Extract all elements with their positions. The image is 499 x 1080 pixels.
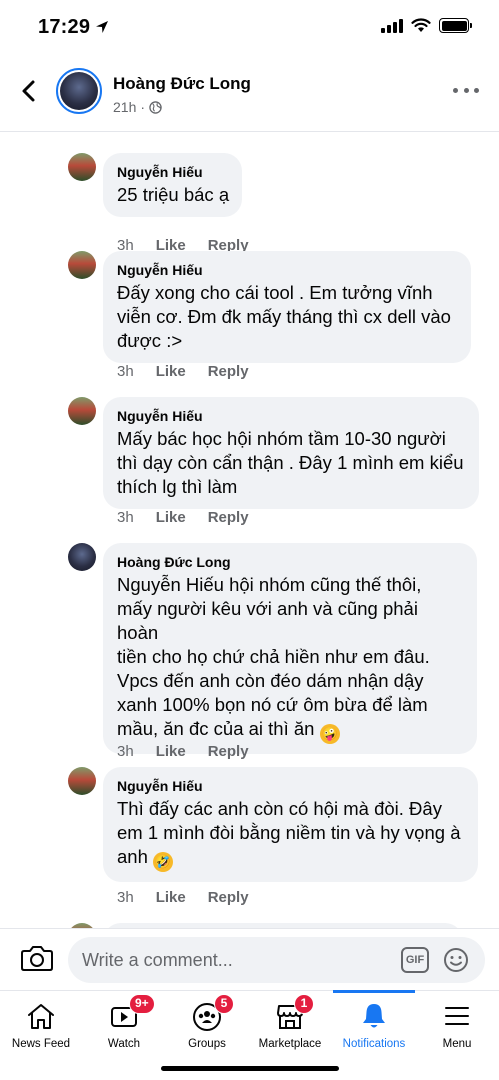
camera-icon[interactable]	[20, 943, 54, 973]
comment-author[interactable]: Nguyễn Hiếu	[117, 261, 458, 279]
back-button[interactable]	[14, 76, 44, 106]
nav-label: Marketplace	[258, 1038, 322, 1050]
post-time[interactable]: 21h	[113, 99, 136, 115]
comment-time: 3h	[117, 743, 134, 760]
like-button[interactable]: Like	[156, 743, 186, 760]
reply-button[interactable]: Reply	[208, 743, 249, 760]
rofl-emoji: 🤣	[153, 852, 174, 872]
comment-author[interactable]: Nguyễn Hiếu	[117, 163, 229, 181]
home-icon	[28, 1004, 54, 1029]
nav-news-feed[interactable]: News Feed	[0, 991, 82, 1061]
comment-bubble[interactable]: Nguyễn Hiếu 25 triệu bác ạ	[103, 153, 243, 217]
signal-icon	[381, 18, 403, 33]
emoji-icon[interactable]	[443, 947, 469, 973]
nav-label: Menu	[442, 1038, 472, 1050]
nav-marketplace[interactable]: 1 Marketplace	[249, 991, 331, 1061]
wifi-icon	[411, 18, 431, 32]
marketplace-badge: 1	[294, 994, 314, 1014]
comment-bubble[interactable]: Nguyễn Hiếu Đấy xong cho cái tool . Em t…	[103, 251, 471, 363]
commenter-avatar[interactable]	[68, 251, 96, 279]
comment-bubble[interactable]: Nguyễn Hiếu Thì đấy các anh còn có hội m…	[103, 767, 478, 882]
reply-button[interactable]: Reply	[208, 889, 249, 906]
nav-notifications[interactable]: Notifications	[333, 990, 415, 1061]
comment-actions: 3h Like Reply	[117, 743, 249, 760]
nav-groups[interactable]: 5 Groups	[166, 991, 248, 1061]
chevron-left-icon	[22, 80, 35, 102]
comment-time: 3h	[117, 509, 134, 526]
comment-text: Nguyễn Hiếu hội nhóm cũng thế thôi, mấy …	[117, 573, 464, 744]
comment-text: Mấy bác học hội nhóm tầm 10-30 người thì…	[117, 428, 464, 497]
commenter-avatar[interactable]	[68, 767, 96, 795]
status-time: 17:29	[38, 16, 91, 38]
gif-button[interactable]: GIF	[401, 947, 429, 973]
commenter-avatar[interactable]	[68, 153, 96, 181]
battery-icon	[439, 18, 472, 33]
comment-author[interactable]: Hoàng Đức Long	[117, 553, 464, 571]
reply-button[interactable]: Reply	[208, 363, 249, 380]
comment-author[interactable]: Nguyễn Hiếu	[117, 407, 466, 425]
comment-actions: 3h Like Reply	[117, 509, 249, 526]
comment-actions: 3h Like Reply	[117, 363, 249, 380]
comment-text: 25 triệu bác ạ	[117, 184, 230, 205]
nav-label: News Feed	[11, 1038, 71, 1050]
nav-label: Watch	[107, 1038, 141, 1050]
post-header: Hoàng Đức Long 21h ·	[0, 58, 499, 132]
comment-list: Nguyễn Hiếu 25 triệu bác ạ 3h Like Reply…	[0, 133, 499, 928]
comment-text: Đấy xong cho cái tool . Em tưởng vĩnh vi…	[117, 282, 451, 351]
bell-icon	[363, 1004, 385, 1028]
comment-time: 3h	[117, 889, 134, 906]
like-button[interactable]: Like	[156, 889, 186, 906]
more-options-button[interactable]	[453, 80, 479, 100]
status-bar: 17:29	[0, 0, 499, 58]
comment-bubble[interactable]: Nguyễn Hiếu Mấy bác học hội nhóm tầm 10-…	[103, 397, 479, 509]
nav-menu[interactable]: Menu	[416, 991, 498, 1061]
location-arrow-icon	[96, 21, 108, 33]
author-name[interactable]: Hoàng Đức Long	[113, 74, 251, 94]
active-tab-indicator	[333, 990, 415, 993]
post-meta: 21h ·	[113, 99, 162, 115]
comment-time: 3h	[117, 363, 134, 380]
reply-button[interactable]: Reply	[208, 509, 249, 526]
watch-badge: 9+	[129, 994, 155, 1014]
nav-label: Notifications	[342, 1038, 406, 1050]
like-button[interactable]: Like	[156, 509, 186, 526]
author-avatar[interactable]	[56, 68, 102, 114]
groups-badge: 5	[214, 994, 234, 1014]
commenter-avatar[interactable]	[68, 543, 96, 571]
commenter-avatar[interactable]	[68, 397, 96, 425]
comment-composer: GIF	[0, 928, 499, 990]
nav-label: Groups	[188, 1038, 226, 1050]
globe-icon	[149, 100, 162, 114]
home-indicator[interactable]	[161, 1066, 339, 1071]
comment-author[interactable]: Nguyễn Hiếu	[117, 777, 465, 795]
crazy-face-emoji: 🤪	[319, 724, 340, 744]
comment-actions: 3h Like Reply	[117, 889, 249, 906]
comment-bubble[interactable]: Hoàng Đức Long Nguyễn Hiếu hội nhóm cũng…	[103, 543, 477, 754]
like-button[interactable]: Like	[156, 363, 186, 380]
status-indicators	[381, 18, 472, 33]
nav-watch[interactable]: 9+ Watch	[83, 991, 165, 1061]
meta-separator: ·	[140, 99, 146, 115]
comment-text: Thì đấy các anh còn có hội mà đòi. Đây e…	[117, 797, 465, 872]
menu-icon	[445, 1007, 469, 1025]
